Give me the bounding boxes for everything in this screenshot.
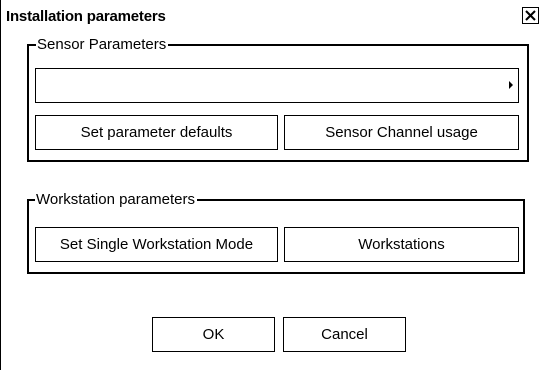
workstation-parameters-legend: Workstation parameters — [35, 191, 197, 209]
sensor-channel-usage-button[interactable]: Sensor Channel usage — [284, 115, 519, 150]
ok-button[interactable]: OK — [152, 317, 275, 352]
cancel-button[interactable]: Cancel — [283, 317, 406, 352]
triangle-right-icon[interactable] — [509, 81, 513, 89]
dialog-left-border — [0, 0, 1, 370]
sensor-parameters-legend: Sensor Parameters — [36, 36, 169, 54]
close-button[interactable] — [522, 7, 539, 24]
set-parameter-defaults-button[interactable]: Set parameter defaults — [35, 115, 278, 150]
set-single-workstation-mode-button[interactable]: Set Single Workstation Mode — [35, 227, 278, 262]
installation-parameters-dialog: Installation parameters Sensor Parameter… — [0, 0, 547, 370]
sensor-select[interactable] — [35, 68, 519, 103]
workstations-button[interactable]: Workstations — [284, 227, 519, 262]
dialog-title: Installation parameters — [6, 8, 166, 25]
close-icon — [525, 10, 536, 21]
